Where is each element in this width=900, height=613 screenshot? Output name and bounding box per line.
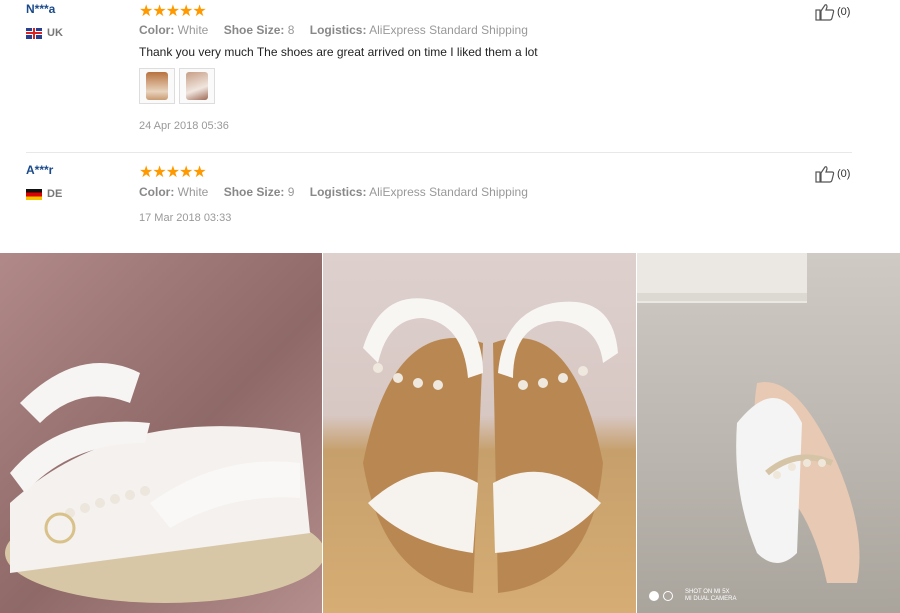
thumbs-up-icon [815,166,835,183]
country-code: DE [47,188,63,200]
order-info: Color: White Shoe Size: 9 Logistics: Ali… [139,185,540,199]
review-item: A***r DE ★★★★★ Color: White Shoe Size: 9… [0,153,900,253]
color-label: Color: [139,185,175,199]
size-label: Shoe Size: [223,23,285,37]
star-rating: ★★★★★ [139,3,207,20]
product-photo-front-view [323,253,636,613]
camera-watermark-line1: SHOT ON MI 5X [685,589,730,595]
camera-watermark-line2: MI DUAL CAMERA [685,596,737,602]
reviewer-country: UK [26,27,63,39]
order-info: Color: White Shoe Size: 8 Logistics: Ali… [139,23,540,37]
worn-sandal-illustration [637,253,860,583]
review-date: 24 Apr 2018 05:36 [139,120,229,132]
thumbs-up-icon [815,4,835,21]
helpful-count: (0) [837,168,851,180]
color-value: White [177,185,209,199]
uk-flag-icon [26,27,42,39]
sandal-illustration [5,363,322,603]
color-value: White [177,23,209,37]
size-value: 8 [287,23,295,37]
logistics-value: AliExpress Standard Shipping [369,185,528,199]
reviewer-name: N***a [26,2,56,16]
helpful-button[interactable]: (0) [815,165,850,183]
reviewer-name: A***r [26,163,54,177]
review-photo-thumbnail[interactable] [179,68,215,104]
reviewer-country: DE [26,188,62,200]
camera-watermark: SHOT ON MI 5X MI DUAL CAMERA [649,589,736,603]
country-code: UK [47,27,63,39]
logistics-label: Logistics: [309,185,367,199]
size-value: 9 [287,185,295,199]
logistics-value: AliExpress Standard Shipping [369,23,528,37]
review-text: Thank you very much The shoes are great … [139,45,538,59]
helpful-count: (0) [837,6,851,18]
color-label: Color: [139,23,175,37]
review-item: N***a UK ★★★★★ Color: White Shoe Size: 8… [0,0,900,152]
germany-flag-icon [26,188,42,200]
helpful-button[interactable]: (0) [815,3,850,21]
product-photo-side-view [0,253,322,613]
review-photo-thumbnails [139,68,215,104]
logistics-label: Logistics: [309,23,367,37]
review-photo-thumbnail[interactable] [139,68,175,104]
sandal-pair-illustration [363,298,618,593]
product-photo-worn-view: SHOT ON MI 5X MI DUAL CAMERA [637,253,900,613]
review-date: 17 Mar 2018 03:33 [139,212,232,224]
size-label: Shoe Size: [223,185,285,199]
product-photo-strip: SHOT ON MI 5X MI DUAL CAMERA [0,253,900,613]
star-rating: ★★★★★ [139,164,207,181]
